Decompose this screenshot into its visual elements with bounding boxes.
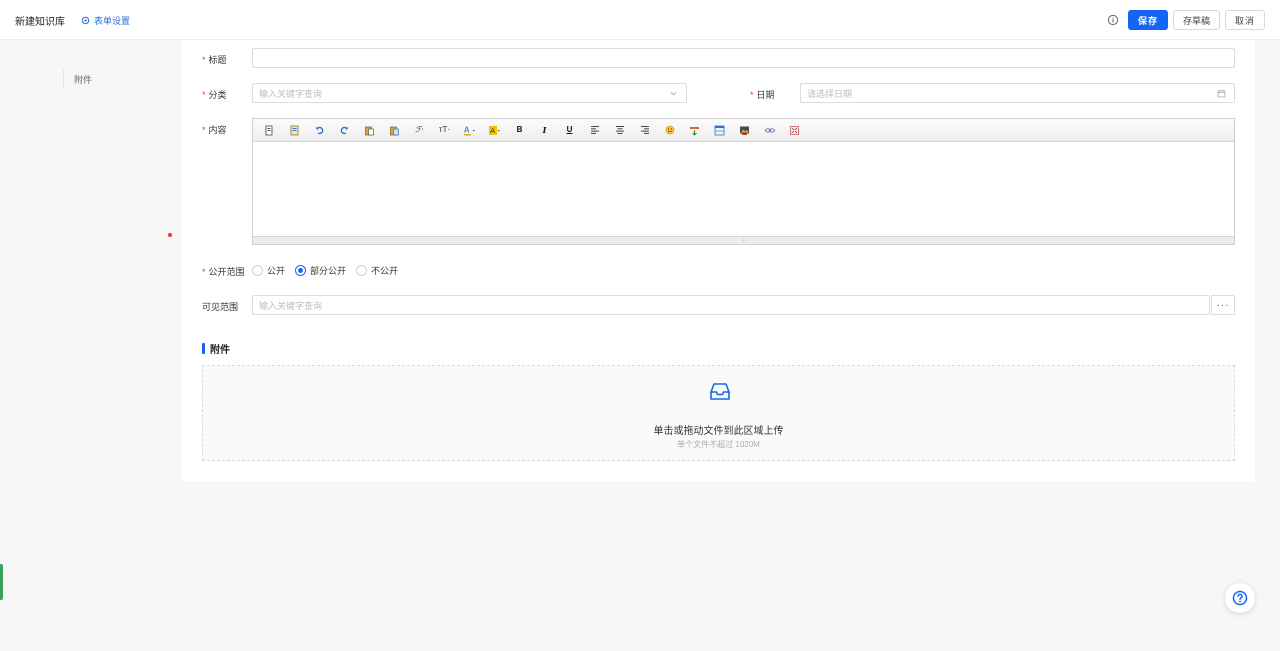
scope-radio-public[interactable]: 公开	[252, 264, 285, 277]
attachments-section-title: 附件	[202, 341, 230, 356]
source-icon[interactable]	[261, 123, 278, 138]
rich-text-editor: ℱ· тT· A A B I U ⁘	[252, 118, 1235, 245]
required-mark: *	[202, 55, 206, 65]
visible-range-placeholder: 输入关键字查询	[259, 300, 323, 311]
paste-text-icon[interactable]	[386, 123, 403, 138]
date-picker[interactable]: 请选择日期	[800, 83, 1235, 103]
highlight-icon[interactable]: A	[486, 123, 503, 138]
page-title: 新建知识库	[15, 17, 65, 28]
emoji-icon[interactable]	[661, 123, 678, 138]
category-select[interactable]: 输入关键字查询	[252, 83, 687, 103]
image-icon[interactable]	[736, 123, 753, 138]
top-bar: 新建知识库 表单设置 保存 存草稿 取消	[0, 0, 1280, 40]
inbox-icon	[710, 383, 730, 400]
resize-grip-icon: ⁘	[740, 237, 747, 245]
bold-icon[interactable]: B	[511, 123, 528, 138]
required-mark: *	[202, 90, 206, 100]
more-options-button[interactable]: ···	[1211, 295, 1235, 315]
anchor-item-attachments[interactable]: 附件	[63, 70, 92, 88]
insert-icon[interactable]	[686, 123, 703, 138]
redo-icon[interactable]	[336, 123, 353, 138]
upload-size-hint: 单个文件不超过 1020M	[677, 440, 760, 449]
save-button[interactable]: 保存	[1128, 10, 1168, 30]
chevron-down-icon	[670, 91, 677, 96]
question-icon	[1232, 590, 1248, 606]
required-mark: *	[750, 90, 754, 100]
scope-radio-group: 公开 部分公开 不公开	[252, 264, 398, 277]
calendar-icon	[1217, 89, 1226, 98]
save-draft-button[interactable]: 存草稿	[1173, 10, 1220, 30]
scope-field-label: * 公开范围	[202, 267, 245, 277]
link-icon[interactable]	[761, 123, 778, 138]
category-field-label: * 分类	[202, 90, 227, 100]
table-icon[interactable]	[711, 123, 728, 138]
align-left-icon[interactable]	[586, 123, 603, 138]
content-field-label: * 内容	[202, 125, 227, 135]
scope-radio-private[interactable]: 不公开	[356, 264, 398, 277]
visible-range-input[interactable]: 输入关键字查询	[252, 295, 1210, 315]
align-center-icon[interactable]	[611, 123, 628, 138]
editor-resize-handle[interactable]: ⁘	[253, 236, 1234, 245]
radio-circle-checked	[295, 265, 307, 276]
editor-toolbar: ℱ· тT· A A B I U	[253, 119, 1234, 142]
radio-circle	[356, 265, 368, 276]
title-input[interactable]	[252, 48, 1235, 68]
svg-text:A: A	[464, 125, 470, 134]
form-settings-label: 表单设置	[94, 16, 131, 26]
scope-radio-partial[interactable]: 部分公开	[295, 264, 346, 277]
error-dot	[168, 233, 172, 237]
form-settings-link[interactable]: 表单设置	[81, 14, 130, 27]
info-icon[interactable]	[1107, 14, 1119, 26]
fullscreen-icon[interactable]	[786, 123, 803, 138]
category-placeholder: 输入关键字查询	[259, 88, 323, 99]
upload-instruction: 单击或拖动文件到此区域上传	[653, 426, 784, 437]
side-drawer-tab[interactable]	[0, 564, 3, 600]
format-painter-icon[interactable]: ℱ·	[411, 123, 428, 138]
editor-content-area[interactable]	[253, 142, 1234, 236]
undo-icon[interactable]	[311, 123, 328, 138]
date-placeholder: 请选择日期	[807, 88, 853, 99]
required-mark: *	[202, 125, 206, 135]
align-right-icon[interactable]	[636, 123, 653, 138]
title-field-label: * 标题	[202, 55, 227, 65]
cancel-button[interactable]: 取消	[1225, 10, 1265, 30]
font-size-icon[interactable]: тT·	[436, 123, 453, 138]
template-icon[interactable]	[286, 123, 303, 138]
italic-icon[interactable]: I	[536, 123, 553, 138]
date-field-label: * 日期	[750, 90, 775, 100]
help-button[interactable]	[1225, 583, 1255, 613]
required-mark: *	[202, 267, 206, 277]
upload-dropzone[interactable]: 单击或拖动文件到此区域上传 单个文件不超过 1020M	[202, 365, 1235, 461]
section-accent-bar	[202, 343, 205, 354]
svg-text:A: A	[490, 127, 495, 135]
underline-icon[interactable]: U	[561, 123, 578, 138]
paste-icon[interactable]	[361, 123, 378, 138]
visible-range-label: 可见范围	[202, 302, 239, 312]
radio-circle	[252, 265, 263, 276]
font-color-icon[interactable]: A	[461, 123, 478, 138]
settings-icon	[81, 16, 90, 25]
